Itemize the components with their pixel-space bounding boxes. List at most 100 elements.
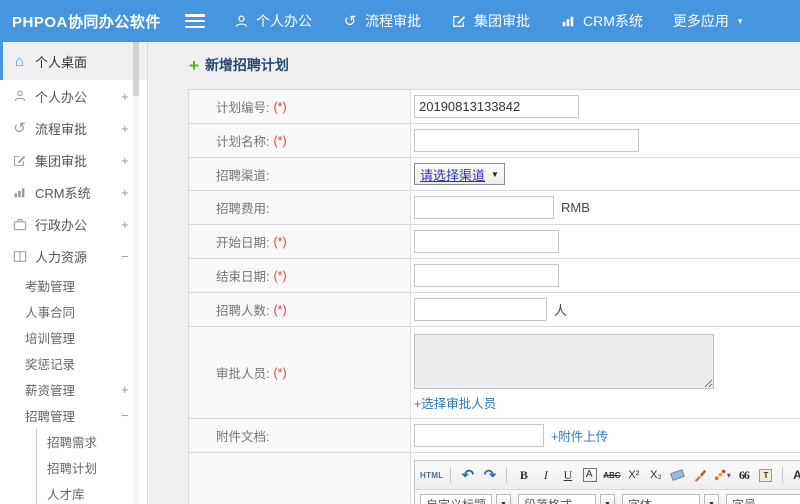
- sidebar-sub-training[interactable]: 培训管理: [0, 324, 147, 350]
- end-date-input[interactable]: [414, 264, 559, 287]
- font-color-button[interactable]: A ▾: [790, 465, 800, 485]
- font-family-dropdown[interactable]: 字体: [622, 494, 700, 504]
- sidebar-item-group-approval[interactable]: 集团审批 +: [0, 144, 147, 176]
- topnav-label: 更多应用: [672, 13, 729, 29]
- topnav-label: 个人办公: [256, 13, 312, 29]
- paste-text-icon[interactable]: T: [756, 465, 775, 485]
- blockquote-button[interactable]: 66: [734, 465, 753, 485]
- sidebar-item-admin-office[interactable]: 行政办公 +: [0, 208, 147, 240]
- topnav-workflow-approval[interactable]: ↺ 流程审批: [342, 11, 421, 31]
- sidebar-scrollbar[interactable]: [133, 42, 139, 504]
- plan-name-input[interactable]: [414, 129, 639, 152]
- underline-button[interactable]: U: [558, 465, 577, 485]
- html-source-button[interactable]: HTML: [420, 465, 443, 485]
- eraser-icon[interactable]: [668, 465, 687, 485]
- select-approver-link[interactable]: +选择审批人员: [414, 393, 496, 412]
- redo-icon[interactable]: ↷: [480, 465, 499, 485]
- topnav-more-apps[interactable]: 更多应用 ▾: [673, 11, 743, 31]
- field-label: 结束日期:: [216, 270, 270, 284]
- form-row-plan-number: 计划编号: (*): [189, 90, 800, 124]
- sidebar-item-label: 人力资源: [35, 249, 88, 265]
- topnav-label: 流程审批: [365, 13, 421, 29]
- sidebar-item-hr[interactable]: 人力资源 −: [0, 240, 147, 272]
- sidebar: ⌂ 个人桌面 个人办公 + ↺ 流程审批 + 集团审批 + CRM系统 + 行政…: [0, 42, 148, 504]
- sidebar-item-personal-office[interactable]: 个人办公 +: [0, 80, 147, 112]
- field-label: 附件文档:: [216, 430, 270, 444]
- required-mark: (*): [273, 302, 287, 317]
- top-nav: 个人办公 ↺ 流程审批 集团审批 CRM系统 更多应用 ▾: [233, 11, 742, 31]
- sidebar-sub-hr-contracts[interactable]: 人事合同: [0, 298, 147, 324]
- custom-heading-dropdown[interactable]: 自定义标题: [420, 494, 492, 504]
- sidebar-sub-recruitment[interactable]: 招聘管理 −: [0, 402, 147, 428]
- topnav-label: 集团审批: [474, 13, 530, 29]
- user-icon: [233, 13, 249, 29]
- form-row-headcount: 招聘人数: (*) 人: [189, 293, 800, 327]
- main-content: + 新增招聘计划 计划编号: (*) 计划名称: (*): [149, 42, 800, 504]
- font-size-dropdown[interactable]: 字号: [726, 494, 800, 504]
- form-row-start-date: 开始日期: (*): [189, 225, 800, 259]
- sidebar-sub-rewards[interactable]: 奖惩记录: [0, 350, 147, 376]
- topnav-label: CRM系统: [583, 13, 643, 29]
- topnav-group-approval[interactable]: 集团审批: [451, 11, 530, 31]
- dropdown-arrow-icon[interactable]: ▼: [496, 494, 511, 504]
- menu-toggle-icon[interactable]: [185, 14, 205, 28]
- sidebar-item-crm[interactable]: CRM系统 +: [0, 176, 147, 208]
- superscript-button[interactable]: X²: [624, 465, 643, 485]
- sidebar-item-label: 个人桌面: [35, 54, 88, 70]
- subscript-button[interactable]: X₂: [646, 465, 665, 485]
- cost-input[interactable]: [414, 196, 554, 219]
- sidebar-sub-salary[interactable]: 薪资管理 +: [0, 376, 147, 402]
- undo-icon[interactable]: ↶: [458, 465, 477, 485]
- form-row-end-date: 结束日期: (*): [189, 259, 800, 293]
- field-label: 审批人员:: [216, 367, 270, 381]
- font-style-box-button[interactable]: A: [582, 468, 597, 482]
- sidebar-sub-attendance[interactable]: 考勤管理: [0, 272, 147, 298]
- user-icon: [11, 88, 28, 104]
- start-date-input[interactable]: [414, 230, 559, 253]
- sidebar-item-label: 集团审批: [35, 153, 88, 169]
- required-mark: (*): [273, 99, 287, 114]
- format-brush-icon[interactable]: [690, 465, 709, 485]
- sidebar-item-label: 个人办公: [35, 89, 88, 105]
- select-arrow-icon: ▼: [491, 169, 499, 179]
- required-mark: (*): [273, 234, 287, 249]
- sidebar-scrollbar-thumb[interactable]: [133, 42, 139, 96]
- sidebar-subsub-talent-pool[interactable]: 人才库: [36, 480, 147, 504]
- sidebar-subsub-recruit-plan[interactable]: 招聘计划: [36, 454, 147, 480]
- form-row-channel: 招聘渠道: 请选择渠道 ▼: [189, 158, 800, 191]
- page-title: + 新增招聘计划: [149, 42, 800, 75]
- sidebar-item-label: 流程审批: [35, 121, 88, 137]
- strikethrough-button[interactable]: ABC: [602, 465, 621, 485]
- field-label: 招聘人数:: [216, 304, 270, 318]
- edit-icon: [11, 152, 28, 168]
- bold-button[interactable]: B: [514, 465, 533, 485]
- caret-down-icon: ▾: [737, 15, 743, 26]
- italic-button[interactable]: I: [536, 465, 555, 485]
- plan-number-input[interactable]: [414, 95, 579, 118]
- sidebar-subsub-recruit-demand[interactable]: 招聘需求: [36, 428, 147, 454]
- dropdown-arrow-icon[interactable]: ▼: [600, 494, 615, 504]
- home-icon: ⌂: [14, 52, 25, 70]
- approver-textarea[interactable]: [414, 334, 714, 389]
- editor-toolbar-row1: HTML ↶ ↷ B I U A ABC X² X₂ ▾ 66 T: [415, 461, 800, 490]
- attachment-upload-link[interactable]: +附件上传: [551, 426, 608, 445]
- channel-select[interactable]: 请选择渠道 ▼: [414, 163, 505, 185]
- paragraph-format-dropdown[interactable]: 段落格式: [518, 494, 596, 504]
- field-label: 计划编号:: [216, 101, 270, 115]
- headcount-input[interactable]: [414, 298, 547, 321]
- attachment-input[interactable]: [414, 424, 544, 447]
- sidebar-item-label: 行政办公: [35, 217, 88, 233]
- dropdown-arrow-icon[interactable]: ▼: [704, 494, 719, 504]
- unit-suffix: 人: [554, 303, 568, 318]
- app-logo: PHPOA协同办公软件: [12, 13, 161, 31]
- form-row-cost: 招聘费用: RMB: [189, 191, 800, 225]
- field-label: 招聘渠道:: [216, 168, 270, 183]
- channel-select-value: 请选择渠道: [420, 167, 486, 183]
- sidebar-item-workflow-approval[interactable]: ↺ 流程审批 +: [0, 112, 147, 144]
- topnav-crm[interactable]: CRM系统: [560, 11, 643, 31]
- topnav-personal-office[interactable]: 个人办公: [233, 11, 312, 31]
- field-label: 招聘费用:: [216, 202, 270, 216]
- text-effects-icon[interactable]: ▾: [712, 465, 731, 485]
- required-mark: (*): [273, 365, 287, 380]
- sidebar-item-desktop[interactable]: ⌂ 个人桌面: [0, 42, 147, 80]
